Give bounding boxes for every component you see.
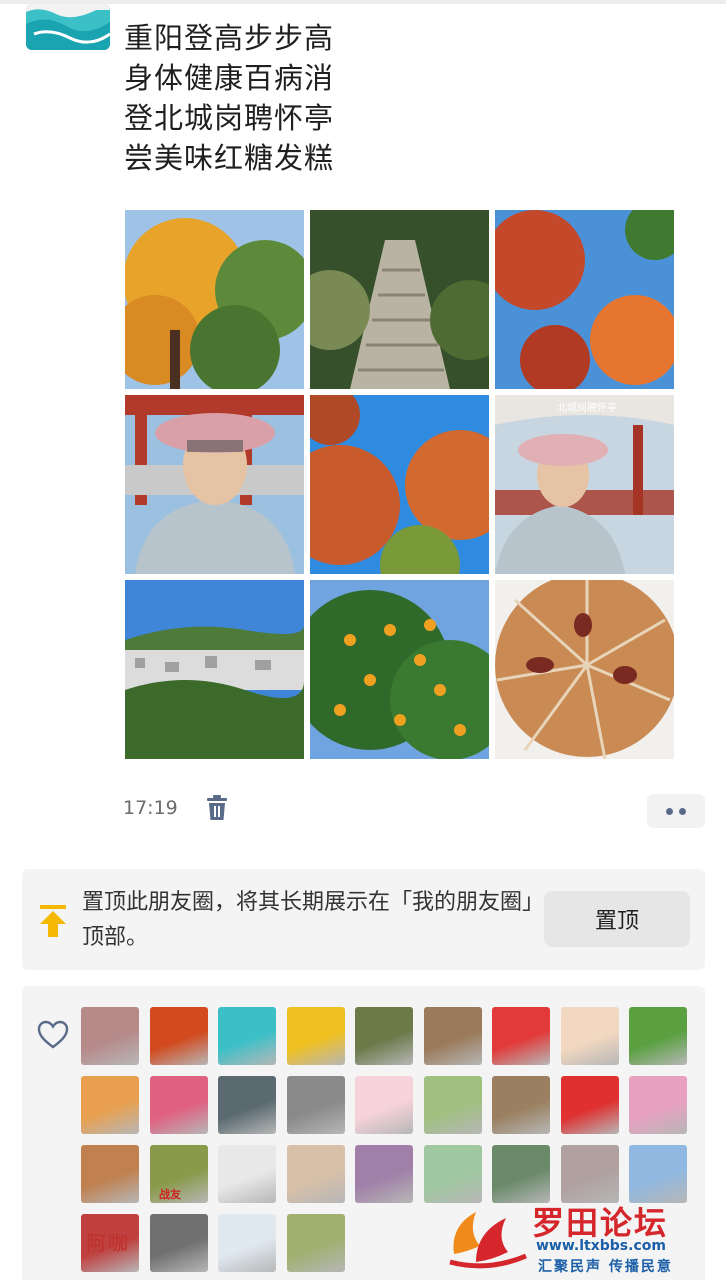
stone-stairs-photo[interactable] — [310, 210, 489, 389]
pin-description: 置顶此朋友圈，将其长期展示在「我的朋友圈」顶部。 — [82, 890, 534, 950]
selfie-pavilion-photo-2[interactable]: 北城岗聘怀亭 — [495, 395, 674, 574]
liker-avatar[interactable] — [218, 1145, 276, 1203]
liker-avatar[interactable] — [355, 1007, 413, 1065]
liker-avatar[interactable] — [560, 1076, 619, 1134]
selfie-pavilion-photo-1[interactable] — [125, 395, 304, 574]
liker-avatar[interactable] — [560, 1145, 619, 1203]
liker-avatar[interactable] — [629, 1007, 687, 1065]
liker-avatar[interactable] — [286, 1076, 345, 1134]
site-watermark: 罗田论坛 www.ltxbbs.com 汇聚民声 传播民意 — [446, 1196, 726, 1280]
liker-avatar[interactable] — [286, 1145, 345, 1203]
liker-avatar[interactable] — [560, 1007, 619, 1065]
liker-avatar[interactable] — [149, 1076, 208, 1134]
author-avatar[interactable] — [26, 4, 110, 50]
liker-avatar[interactable] — [218, 1007, 276, 1065]
more-actions-button[interactable] — [647, 794, 705, 828]
town-view-photo[interactable] — [125, 580, 304, 759]
orange-tree-photo[interactable] — [310, 580, 489, 759]
liker-avatar[interactable] — [629, 1076, 687, 1134]
forum-logo-icon — [449, 1212, 527, 1269]
autumn-tree-photo[interactable] — [125, 210, 304, 389]
liker-avatar[interactable] — [218, 1214, 276, 1272]
liker-avatar[interactable] — [81, 1007, 139, 1065]
avatar-badge: 战友 — [159, 1188, 181, 1201]
liker-avatar[interactable] — [423, 1145, 482, 1203]
poem-line: 身体健康百病消 — [124, 61, 335, 95]
pavilion-sign: 北城岗聘怀亭 — [557, 403, 617, 414]
liker-avatar[interactable] — [149, 1007, 208, 1065]
more-dot-icon — [666, 807, 673, 815]
liker-avatar[interactable] — [218, 1076, 276, 1134]
maple-canopy-photo[interactable] — [310, 395, 489, 574]
liker-avatar[interactable] — [423, 1076, 482, 1134]
trash-icon[interactable] — [205, 795, 229, 821]
liker-avatar[interactable] — [286, 1214, 345, 1272]
liker-avatar[interactable] — [423, 1007, 482, 1065]
poem-line: 尝美味红糖发糕 — [124, 141, 335, 175]
brown-sugar-cake-photo[interactable] — [495, 580, 674, 759]
heart-icon — [37, 1020, 69, 1050]
photo-grid: 北城岗聘怀亭 — [125, 210, 674, 759]
liker-avatar[interactable] — [81, 1145, 139, 1203]
liker-avatar[interactable] — [629, 1145, 687, 1203]
watermark-slogan: 汇聚民声 传播民意 — [538, 1259, 673, 1275]
top-divider — [0, 0, 726, 4]
liker-avatar[interactable] — [286, 1007, 345, 1065]
liker-avatar[interactable] — [492, 1076, 550, 1134]
liker-avatar[interactable] — [355, 1076, 413, 1134]
liker-avatar[interactable] — [355, 1145, 413, 1203]
liker-avatar[interactable] — [149, 1214, 208, 1272]
post-time: 17:19 — [123, 797, 178, 819]
poem-line: 登北城岗聘怀亭 — [124, 101, 335, 135]
pin-suggestion-card: 置顶此朋友圈，将其长期展示在「我的朋友圈」顶部。 置顶 — [22, 869, 705, 970]
watermark-url: www.ltxbbs.com — [536, 1238, 666, 1254]
pin-button[interactable]: 置顶 — [544, 891, 690, 947]
pin-to-top-icon — [40, 905, 66, 937]
liker-avatar[interactable] — [81, 1076, 139, 1134]
post-text: 重阳登高步步高 身体健康百病消 登北城岗聘怀亭 尝美味红糖发糕 — [124, 18, 334, 178]
more-dot-icon — [679, 807, 686, 815]
liker-avatar[interactable] — [492, 1145, 550, 1203]
poem-line: 重阳登高步步高 — [124, 21, 335, 55]
liker-avatar[interactable] — [492, 1007, 550, 1065]
seal-avatar-text: 阿咖 — [86, 1231, 130, 1255]
red-maple-photo[interactable] — [495, 210, 674, 389]
